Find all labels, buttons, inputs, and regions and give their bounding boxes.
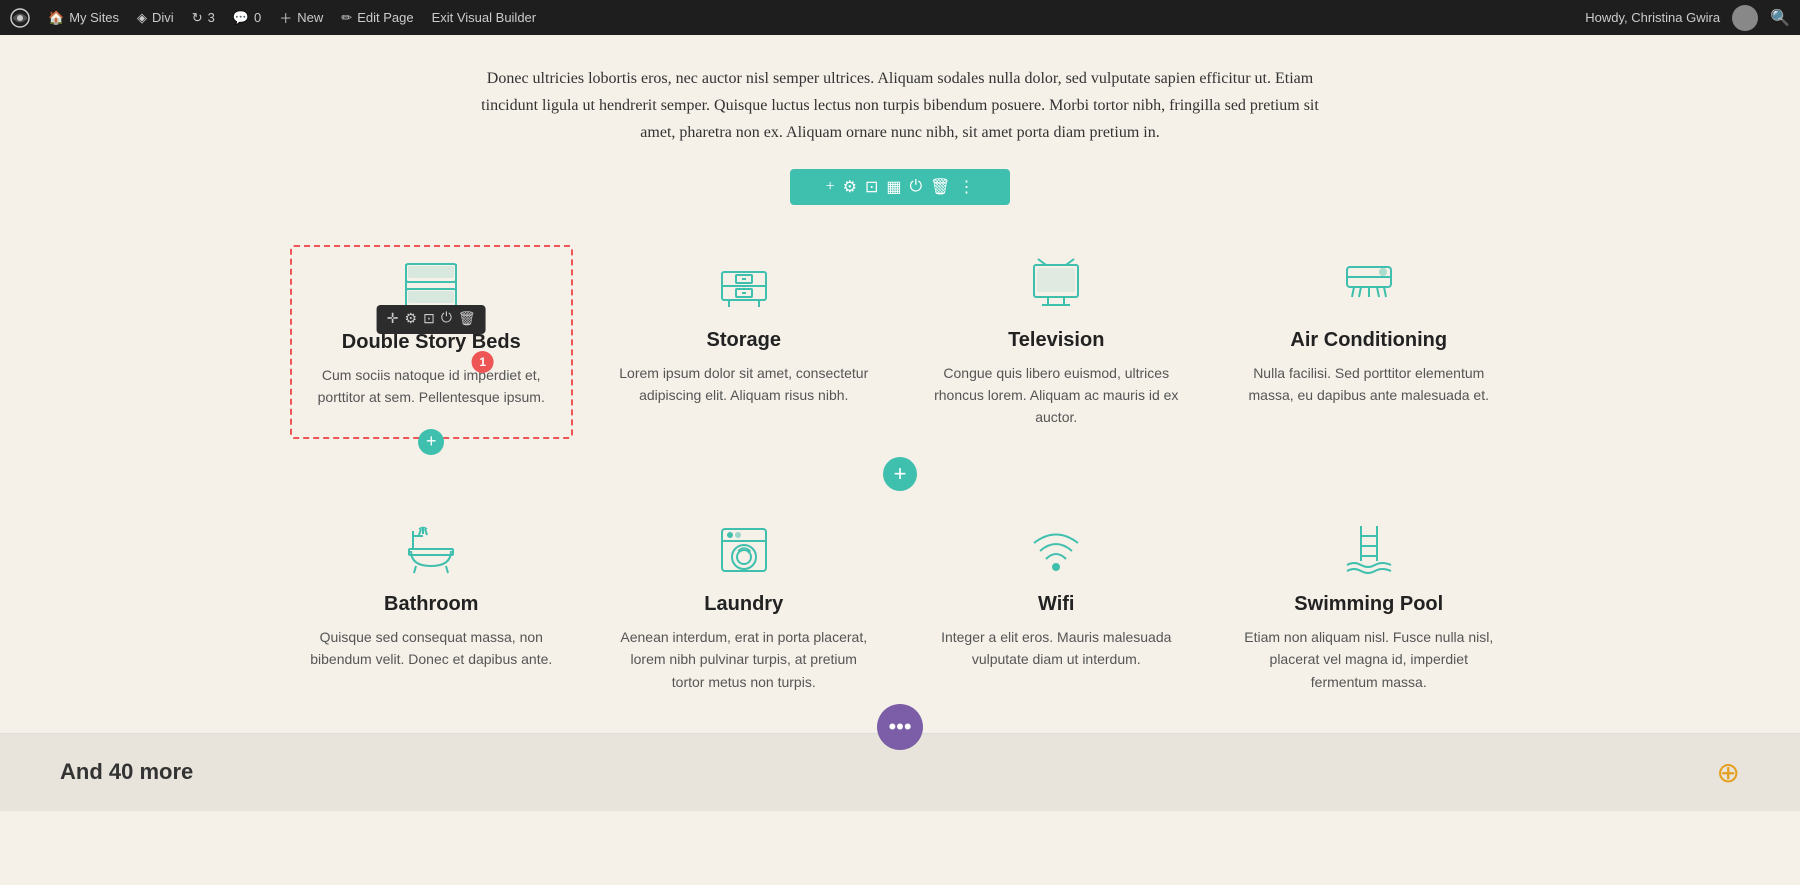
divi-link[interactable]: ◈ Divi [137,10,174,26]
comments-link[interactable]: 💬 0 [233,10,261,26]
admin-bar-right: Howdy, Christina Gwira 🔍 [1585,5,1790,31]
home-icon: 🏠 [48,10,64,26]
features-grid: ✛ ⚙ ⊡ ⏻ 🗑 1 Dou [250,225,1550,439]
feature-title-pool: Swimming Pool [1294,593,1443,616]
feature-desc-ac: Nulla facilisi. Sed porttitor elementum … [1238,362,1501,407]
feature-item-wifi: Wifi Integer a elit eros. Mauris malesua… [915,509,1198,703]
toolbar-settings-icon[interactable]: ⚙ [843,177,857,197]
avatar [1732,5,1758,31]
feature-desc-bathroom: Quisque sed consequat massa, non bibendu… [300,626,563,671]
dots-button[interactable]: ••• [877,704,923,750]
mt-move-icon[interactable]: ✛ [387,311,399,328]
feature-title-television: Television [1008,329,1104,352]
updates-icon: ↻ [192,10,203,26]
toolbar-delete-icon[interactable]: 🗑 [930,177,950,197]
feature-title-beds: Double Story Beds [342,331,521,354]
feature-title-laundry: Laundry [704,593,783,616]
updates-link[interactable]: ↻ 3 [192,10,215,26]
feature-desc-pool: Etiam non aliquam nisl. Fusce nulla nisl… [1238,626,1501,693]
add-row-button[interactable]: + [883,457,917,491]
feature-icon-laundry [709,519,779,579]
toolbar-layout-icon[interactable]: ⊡ [865,177,878,197]
add-below-button[interactable]: + [418,429,444,455]
feature-icon-storage [709,255,779,315]
more-bar-title: And 40 more [60,759,193,785]
feature-icon-pool [1334,519,1404,579]
mt-power-icon[interactable]: ⏻ [441,311,452,327]
wordpress-icon[interactable] [10,8,30,28]
mt-duplicate-icon[interactable]: ⊡ [423,311,435,328]
new-link[interactable]: ＋ New [279,8,323,27]
feature-desc-television: Congue quis libero euismod, ultrices rho… [925,362,1188,429]
feature-desc-storage: Lorem ipsum dolor sit amet, consectetur … [613,362,876,407]
center-add-btn: + [0,457,1800,491]
features-grid-row2: Bathroom Quisque sed consequat massa, no… [250,509,1550,703]
mt-settings-icon[interactable]: ⚙ [405,311,418,328]
divi-icon: ◈ [137,10,147,26]
admin-bar: 🏠 My Sites ◈ Divi ↻ 3 💬 0 ＋ New ✏ Edit P… [0,0,1800,35]
mini-toolbar: ✛ ⚙ ⊡ ⏻ 🗑 1 [377,305,486,334]
mt-delete-icon[interactable]: 🗑 [458,311,476,328]
feature-item-television: Television Congue quis libero euismod, u… [915,245,1198,439]
feature-item-storage: Storage Lorem ipsum dolor sit amet, cons… [603,245,886,439]
toolbar-power-icon[interactable]: ⏻ [909,178,922,196]
feature-desc-beds: Cum sociis natoque id imperdiet et, port… [302,364,561,409]
toolbar-add-icon[interactable]: + [826,178,835,196]
my-sites-link[interactable]: 🏠 My Sites [48,10,119,26]
more-bar-add-button[interactable]: ⊕ [1717,756,1740,789]
feature-icon-bathroom [396,519,466,579]
feature-icon-television [1021,255,1091,315]
new-icon: ＋ [279,8,292,27]
comments-icon: 💬 [233,10,249,26]
feature-title-bathroom: Bathroom [384,593,478,616]
notification-badge: 1 [472,351,494,373]
toolbar-columns-icon[interactable]: ▦ [886,177,901,197]
feature-desc-wifi: Integer a elit eros. Mauris malesuada vu… [925,626,1188,671]
feature-title-ac: Air Conditioning [1290,329,1447,352]
feature-item-laundry: Laundry Aenean interdum, erat in porta p… [603,509,886,703]
feature-item-pool: Swimming Pool Etiam non aliquam nisl. Fu… [1228,509,1511,703]
feature-item-ac: Air Conditioning Nulla facilisi. Sed por… [1228,245,1511,439]
feature-title-storage: Storage [707,329,781,352]
edit-page-link[interactable]: ✏ Edit Page [341,10,413,26]
intro-text: Donec ultricies lobortis eros, nec aucto… [450,35,1350,157]
page-wrapper: Donec ultricies lobortis eros, nec aucto… [0,35,1800,811]
feature-item-bathroom: Bathroom Quisque sed consequat massa, no… [290,509,573,703]
exit-builder-link[interactable]: Exit Visual Builder [432,10,537,25]
pencil-icon: ✏ [341,10,352,26]
toolbar-more-icon[interactable]: ⋮ [958,177,974,197]
feature-desc-laundry: Aenean interdum, erat in porta placerat,… [613,626,876,693]
feature-item-double-story-beds[interactable]: ✛ ⚙ ⊡ ⏻ 🗑 1 Dou [290,245,573,439]
feature-icon-ac [1334,255,1404,315]
feature-icon-wifi [1021,519,1091,579]
section-toolbar: + ⚙ ⊡ ▦ ⏻ 🗑 ⋮ [790,169,1010,205]
search-icon[interactable]: 🔍 [1770,8,1790,28]
feature-title-wifi: Wifi [1038,593,1074,616]
